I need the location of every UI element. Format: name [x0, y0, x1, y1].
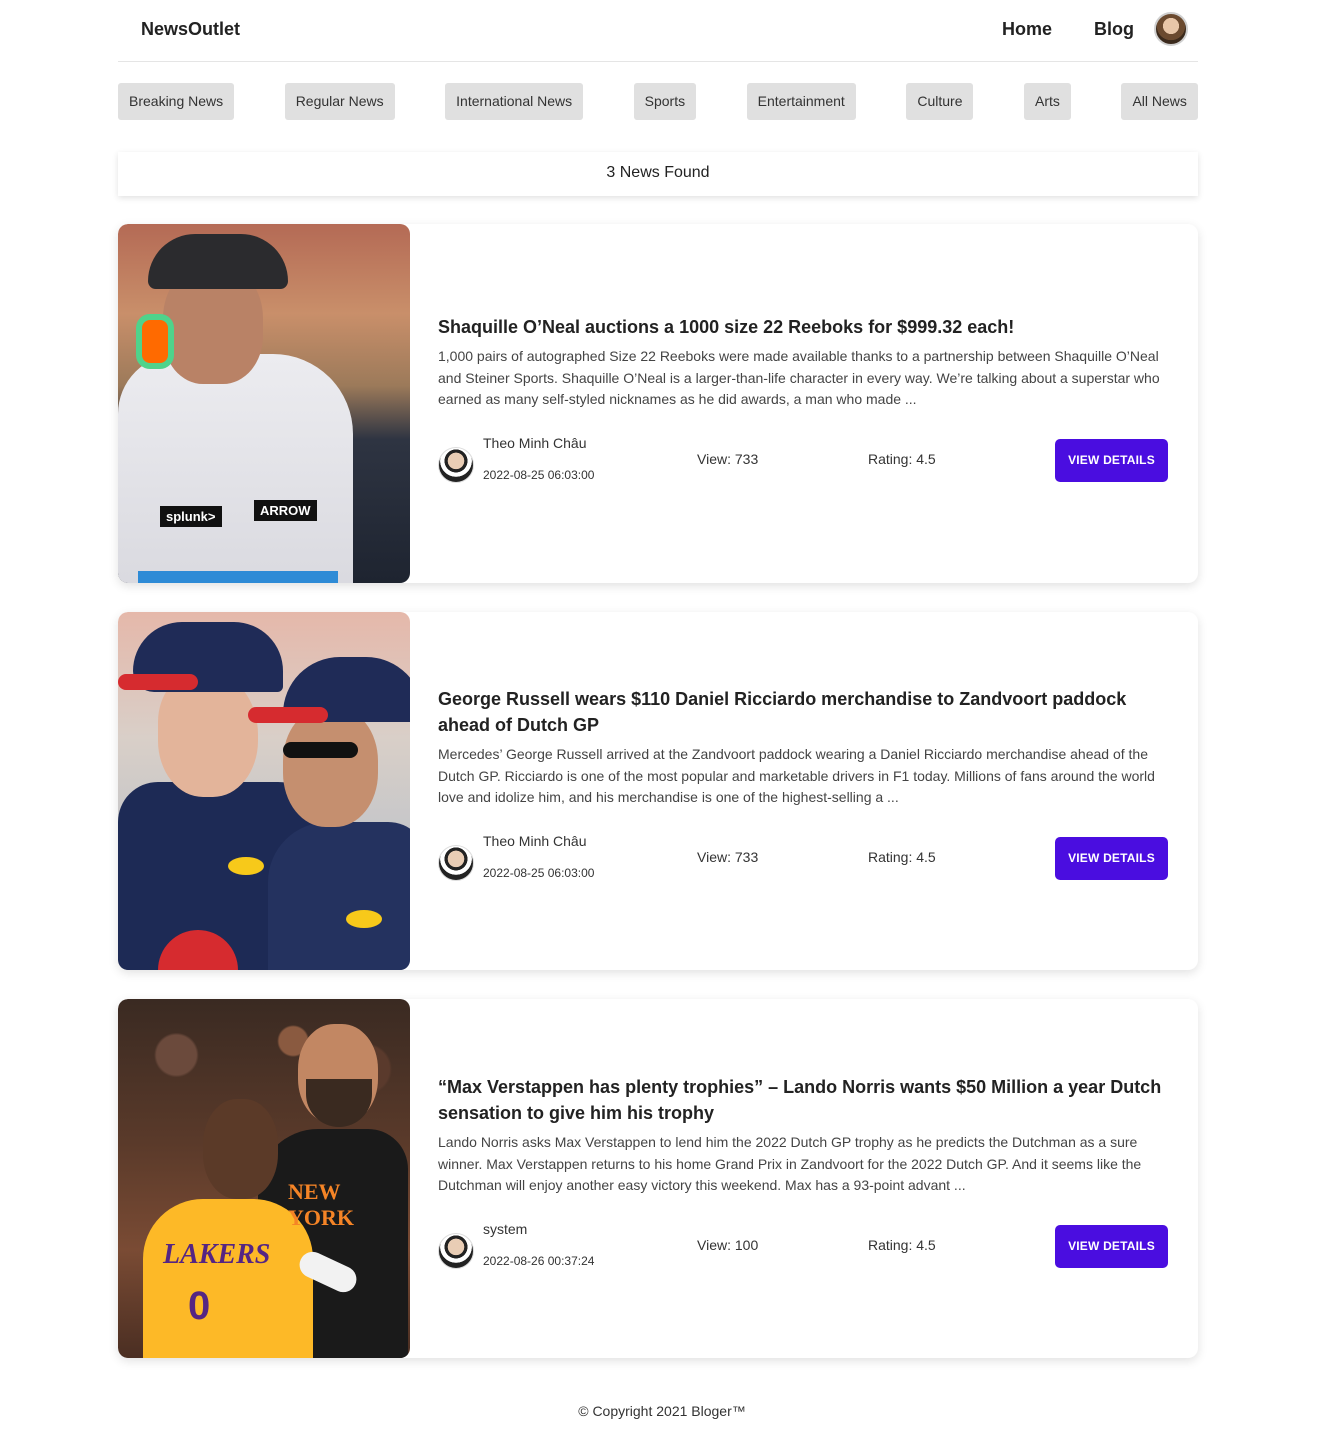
nav-home-link[interactable]: Home — [1002, 19, 1052, 40]
view-details-button[interactable]: VIEW DETAILS — [1055, 438, 1168, 482]
author-avatar — [438, 844, 474, 881]
image-jersey-text: NEW YORK — [288, 1179, 354, 1230]
news-body: “Max Verstappen has plenty trophies” – L… — [438, 999, 1168, 1358]
news-image[interactable]: splunk> ARROW — [118, 224, 410, 583]
news-image[interactable] — [118, 612, 410, 970]
category-all-news[interactable]: All News — [1121, 83, 1198, 120]
view-details-button[interactable]: VIEW DETAILS — [1055, 1224, 1168, 1268]
footer-copyright: © Copyright 2021 Bloger™ — [578, 1403, 746, 1419]
rating: Rating: 4.5 — [868, 848, 936, 865]
image-jersey-number: 0 — [188, 1284, 211, 1328]
view-count: View: 733 — [697, 848, 759, 865]
category-arts[interactable]: Arts — [1024, 83, 1071, 120]
view-count: View: 733 — [697, 450, 759, 467]
news-description: Lando Norris asks Max Verstappen to lend… — [438, 1134, 1142, 1193]
news-card: George Russell wears $110 Daniel Ricciar… — [118, 612, 1198, 970]
image-face — [283, 707, 378, 827]
publish-date: 2022-08-26 00:37:24 — [483, 1253, 595, 1268]
image-sponsor-logo: splunk> — [160, 506, 222, 527]
main-nav: Home Blog — [1002, 12, 1188, 46]
news-description: Mercedes’ George Russell arrived at the … — [438, 746, 1155, 805]
author-name: system — [483, 1220, 528, 1237]
rating: Rating: 4.5 — [868, 450, 936, 467]
image-jersey-text: LAKERS — [163, 1239, 271, 1270]
category-breaking-news[interactable]: Breaking News — [118, 83, 235, 120]
news-card: LAKERS 0 NEW YORK “Max Verstappen has pl… — [118, 999, 1198, 1358]
image-badge — [346, 910, 382, 928]
view-details-button[interactable]: VIEW DETAILS — [1055, 836, 1168, 880]
news-body: Shaquille O’Neal auctions a 1000 size 22… — [438, 224, 1168, 583]
image-sponsor-logo: ARROW — [254, 500, 317, 521]
category-bar: Breaking News Regular News International… — [118, 83, 1198, 120]
nav-blog-link[interactable]: Blog — [1094, 19, 1134, 40]
author-avatar — [438, 1232, 474, 1269]
user-avatar[interactable] — [1154, 12, 1188, 46]
image-cap — [148, 234, 288, 289]
image-cap-visor — [248, 707, 328, 723]
image-suit — [118, 354, 353, 583]
top-header: NewsOutlet Home Blog — [118, 0, 1198, 62]
category-regular-news[interactable]: Regular News — [284, 83, 395, 120]
category-international-news[interactable]: International News — [445, 83, 584, 120]
image-cap-visor — [118, 674, 198, 690]
image-sunglasses — [283, 742, 358, 758]
news-image[interactable]: LAKERS 0 NEW YORK — [118, 999, 410, 1358]
image-badge — [228, 857, 264, 875]
news-title[interactable]: “Max Verstappen has plenty trophies” – L… — [438, 1074, 1168, 1126]
category-culture[interactable]: Culture — [906, 83, 974, 120]
image-body — [268, 822, 410, 970]
view-count: View: 100 — [697, 1236, 759, 1253]
results-count: 3 News Found — [118, 152, 1198, 196]
news-card: splunk> ARROW Shaquille O’Neal auctions … — [118, 224, 1198, 583]
rating: Rating: 4.5 — [868, 1236, 936, 1253]
image-head — [203, 1099, 278, 1199]
image-stripe — [138, 571, 338, 583]
news-meta: Theo Minh Châu 2022-08-25 06:03:00 View:… — [438, 833, 1168, 883]
author-name: Theo Minh Châu — [483, 832, 587, 849]
news-meta: Theo Minh Châu 2022-08-25 06:03:00 View:… — [438, 435, 1168, 485]
category-entertainment[interactable]: Entertainment — [746, 83, 856, 120]
category-sports[interactable]: Sports — [633, 83, 697, 120]
news-title[interactable]: George Russell wears $110 Daniel Ricciar… — [438, 686, 1168, 738]
news-meta: system 2022-08-26 00:37:24 View: 100 Rat… — [438, 1221, 1168, 1271]
brand-logo[interactable]: NewsOutlet — [141, 19, 240, 40]
image-headphones — [136, 314, 174, 369]
author-avatar — [438, 446, 474, 483]
author-name: Theo Minh Châu — [483, 434, 587, 451]
news-body: George Russell wears $110 Daniel Ricciar… — [438, 612, 1168, 970]
publish-date: 2022-08-25 06:03:00 — [483, 467, 595, 482]
publish-date: 2022-08-25 06:03:00 — [483, 865, 595, 880]
news-title[interactable]: Shaquille O’Neal auctions a 1000 size 22… — [438, 314, 1168, 340]
news-description: 1,000 pairs of autographed Size 22 Reebo… — [438, 348, 1160, 407]
